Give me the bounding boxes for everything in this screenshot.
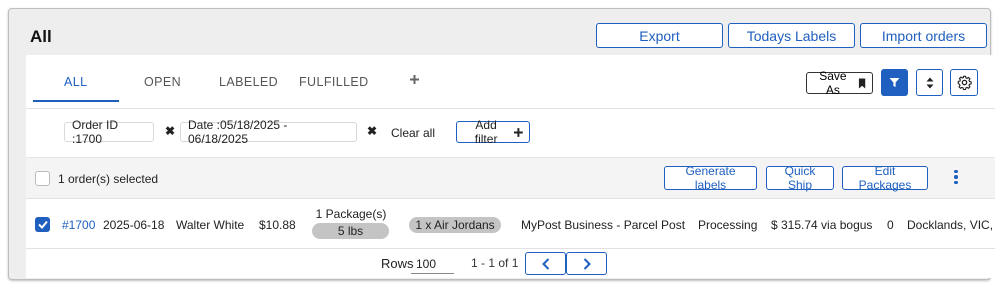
order-status: Processing xyxy=(698,218,758,232)
weight-badge: 5 lbs xyxy=(312,223,389,239)
order-id-link[interactable]: #1700 xyxy=(62,218,95,232)
bulk-actions-bar: 1 order(s) selected Generate labels Quic… xyxy=(26,157,995,199)
items-badge: 1 x Air Jordans xyxy=(409,217,501,233)
tab-labeled[interactable]: LABELED xyxy=(219,75,278,89)
page-title: All xyxy=(30,27,52,46)
remove-date-filter-icon[interactable]: ✖ xyxy=(367,124,377,138)
main-panel: All Export Todays Labels Import orders A… xyxy=(8,8,995,280)
more-actions-icon[interactable] xyxy=(951,168,961,188)
rows-per-page-input[interactable] xyxy=(411,254,454,274)
tab-open[interactable]: OPEN xyxy=(144,75,181,89)
pagination-bar: Rows 1 - 1 of 1 xyxy=(26,249,995,278)
filter-icon xyxy=(889,78,900,87)
edit-packages-button[interactable]: Edit Packages xyxy=(842,164,928,192)
rows-label: Rows xyxy=(381,256,414,271)
settings-button[interactable] xyxy=(950,69,978,96)
plus-icon xyxy=(514,127,523,137)
previous-page-button[interactable] xyxy=(525,252,566,275)
selected-count: 1 order(s) selected xyxy=(58,172,159,186)
generate-labels-button[interactable]: Generate labels xyxy=(664,164,757,192)
clear-all-link[interactable]: Clear all xyxy=(391,126,435,140)
sort-button[interactable] xyxy=(916,69,943,96)
order-amount: $10.88 xyxy=(259,218,296,232)
plus-icon xyxy=(410,75,419,84)
customer-name: Walter White xyxy=(176,218,245,232)
shipping-cost: $ 315.74 via bogus xyxy=(771,218,873,232)
save-as-label: Save As xyxy=(819,69,847,97)
export-button[interactable]: Export xyxy=(596,23,723,48)
filter-chip-date[interactable]: Date :05/18/2025 - 06/18/2025 xyxy=(180,118,357,146)
checkmark-icon xyxy=(37,220,48,229)
tabs-bar: ALL OPEN LABELED FULFILLED Save As xyxy=(26,55,995,109)
select-all-checkbox[interactable] xyxy=(35,171,50,186)
package-count: 1 Package(s) xyxy=(315,207,387,221)
page-range: 1 - 1 of 1 xyxy=(471,256,519,270)
todays-labels-button[interactable]: Todays Labels xyxy=(728,23,855,48)
gear-icon xyxy=(957,75,972,90)
import-orders-button[interactable]: Import orders xyxy=(860,23,987,48)
filter-chip-order-id[interactable]: Order ID :1700 xyxy=(64,118,154,146)
destination: Docklands, VIC, xyxy=(907,218,994,232)
row-checkbox[interactable] xyxy=(35,217,50,232)
active-tab-indicator xyxy=(33,100,119,102)
table-row[interactable]: #1700 2025-06-18 Walter White $10.88 1 P… xyxy=(26,200,995,249)
row-count: 0 xyxy=(887,218,894,232)
filter-button[interactable] xyxy=(881,69,908,96)
filter-chips-bar: Order ID :1700 ✖ Date :05/18/2025 - 06/1… xyxy=(26,110,995,157)
save-as-button[interactable]: Save As xyxy=(806,69,873,97)
sort-icon xyxy=(926,77,933,88)
tab-fulfilled[interactable]: FULFILLED xyxy=(299,75,369,89)
chevron-left-icon xyxy=(541,257,549,270)
shipping-service: MyPost Business - Parcel Post xyxy=(521,218,686,232)
orders-card: ALL OPEN LABELED FULFILLED Save As Order… xyxy=(26,55,995,278)
next-page-button[interactable] xyxy=(566,252,607,275)
remove-order-id-filter-icon[interactable]: ✖ xyxy=(165,124,175,138)
tab-all[interactable]: ALL xyxy=(64,75,87,89)
quick-ship-button[interactable]: Quick Ship xyxy=(766,164,834,192)
add-tab-button[interactable] xyxy=(409,72,420,89)
bookmark-icon xyxy=(858,78,866,88)
add-filter-label: Add filter xyxy=(474,118,498,146)
chevron-right-icon xyxy=(583,257,591,270)
order-date: 2025-06-18 xyxy=(103,218,165,232)
add-filter-button[interactable]: Add filter xyxy=(456,118,530,146)
